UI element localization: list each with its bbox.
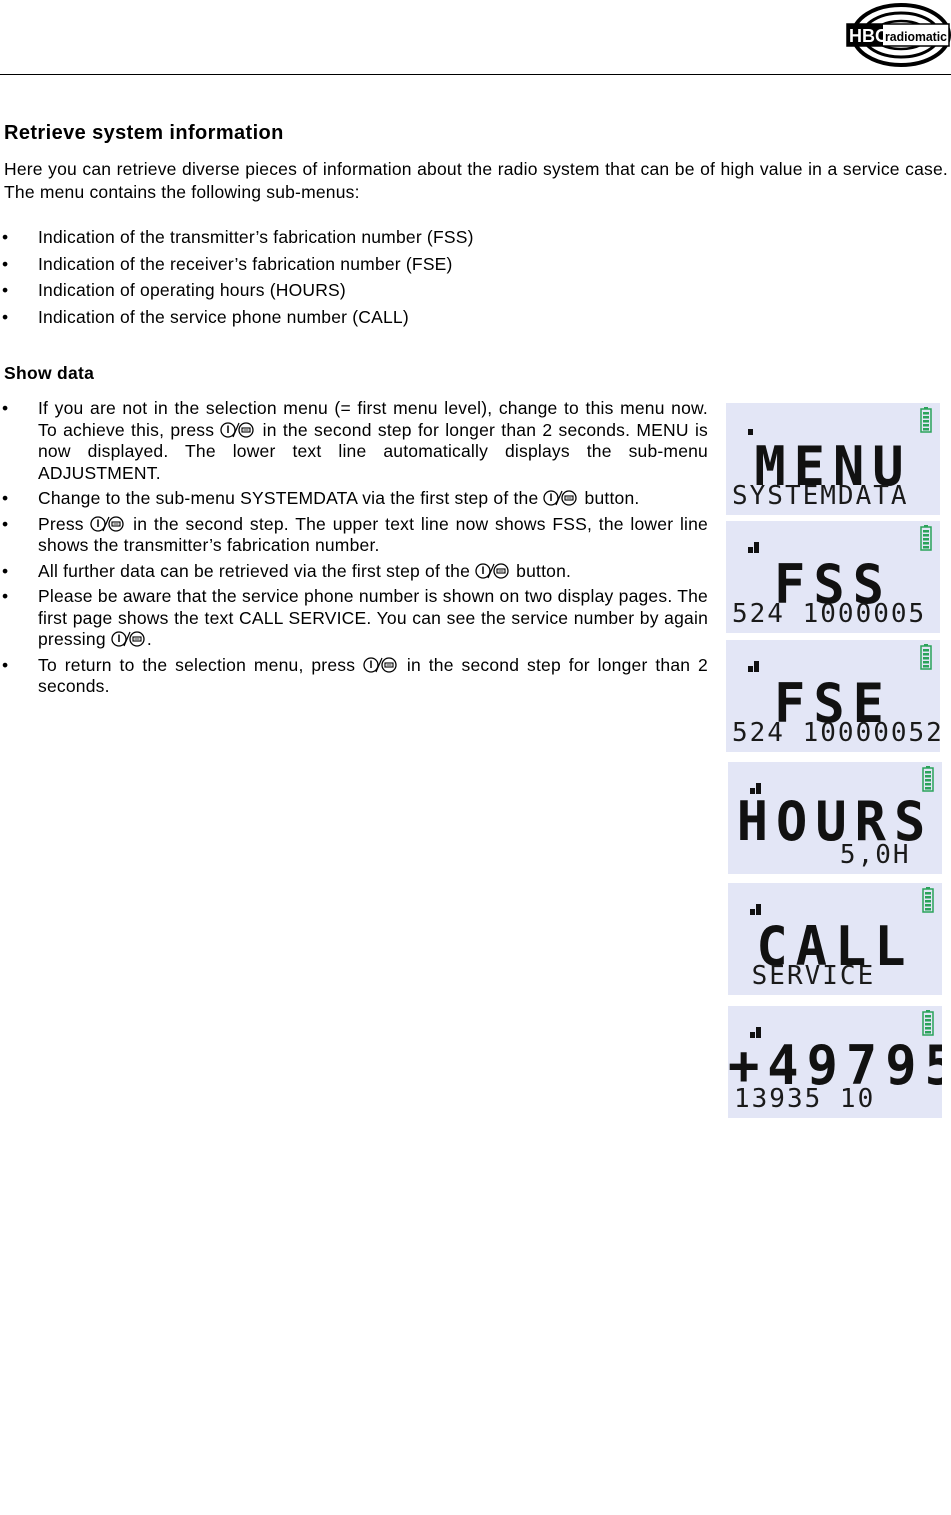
- power-display-button-icon: [475, 562, 509, 579]
- step-text-before: All further data can be retrieved via th…: [38, 560, 476, 581]
- step-text-after: button.: [579, 488, 640, 508]
- bullet-icon: •: [2, 488, 9, 508]
- list-item: • Indication of the receiver’s fabricatio…: [2, 253, 453, 274]
- section-title: Retrieve system information: [4, 122, 284, 144]
- lcd-display: MENU SYSTEMDATA: [726, 403, 940, 515]
- battery-icon: [922, 766, 934, 792]
- lcd-display: FSE 524 10000052: [726, 640, 940, 752]
- battery-icon: [922, 1010, 934, 1036]
- step-text-before: Press: [38, 513, 91, 534]
- step-text-after: .: [146, 629, 152, 649]
- lcd-lower-line: 524 1000005 1: [732, 599, 940, 629]
- signal-strength-icon: [750, 904, 761, 915]
- steps-list: • If you are not in the selection menu (=…: [0, 398, 708, 702]
- signal-strength-icon: [748, 542, 759, 553]
- lcd-lower-line: 13935 10: [734, 1084, 876, 1114]
- bullet-icon: •: [2, 513, 9, 534]
- intro-paragraph: Here you can retrieve diverse pieces of …: [4, 159, 948, 202]
- bullet-icon: •: [2, 280, 9, 300]
- bullet-icon: •: [2, 227, 9, 247]
- bullet-icon: •: [2, 253, 9, 274]
- step-item: • Please be aware that the service phone …: [0, 586, 708, 651]
- list-item: • Indication of the service phone number …: [2, 306, 409, 327]
- step-item: • All further data can be retrieved via t…: [0, 561, 708, 583]
- lcd-display: HOURS 5,0H: [728, 762, 942, 874]
- battery-icon: [920, 525, 932, 551]
- step-item: • Change to the sub-menu SYSTEMDATA via t…: [0, 488, 708, 510]
- lcd-lower-line: 524 10000052: [732, 718, 940, 748]
- signal-strength-icon: [748, 429, 753, 435]
- power-display-button-icon: [90, 515, 125, 532]
- step-text-before: Change to the sub-menu SYSTEMDATA via th…: [38, 488, 544, 508]
- header-divider: [0, 74, 951, 75]
- list-item: • Indication of the transmitter’s fabrica…: [2, 227, 474, 247]
- signal-strength-icon: [748, 661, 759, 672]
- submenu-list: • Indication of the transmitter’s fabrica…: [0, 226, 700, 332]
- bullet-icon: •: [2, 306, 9, 327]
- lcd-lower-line: SERVICE: [734, 961, 876, 991]
- battery-icon: [922, 887, 934, 913]
- step-text-before: To return to the selection menu, press: [38, 654, 364, 675]
- list-item: • Indication of operating hours (HOURS): [2, 280, 346, 300]
- hbc-radiomatic-logo: HBC radiomatic: [846, 3, 951, 67]
- lcd-display: CALL SERVICE: [728, 883, 942, 995]
- lcd-lower-line: SYSTEMDATA: [732, 481, 909, 511]
- bullet-icon: •: [2, 654, 9, 675]
- lcd-display: +49795 13935 10: [728, 1006, 942, 1118]
- step-text-after: button.: [511, 560, 572, 581]
- lcd-display: FSS 524 1000005 1: [726, 521, 940, 633]
- battery-icon: [920, 407, 932, 433]
- svg-text:HBC: HBC: [849, 26, 888, 46]
- bullet-icon: •: [2, 398, 9, 418]
- show-data-heading: Show data: [4, 363, 95, 383]
- lcd-lower-line: 5,0H: [734, 840, 911, 870]
- step-item: • To return to the selection menu, press …: [0, 655, 708, 698]
- power-display-button-icon: [220, 421, 255, 438]
- step-item: • If you are not in the selection menu (=…: [0, 398, 708, 484]
- power-display-button-icon: [363, 656, 397, 673]
- bullet-icon: •: [2, 560, 9, 581]
- power-display-button-icon: [543, 490, 578, 506]
- svg-text:radiomatic: radiomatic: [885, 29, 947, 44]
- bullet-icon: •: [2, 586, 9, 606]
- step-text-after: in the second step. The upper text line …: [38, 513, 708, 556]
- battery-icon: [920, 644, 932, 670]
- step-item: • Press in the second step. The upper tex…: [0, 514, 708, 557]
- power-display-button-icon: [111, 631, 145, 647]
